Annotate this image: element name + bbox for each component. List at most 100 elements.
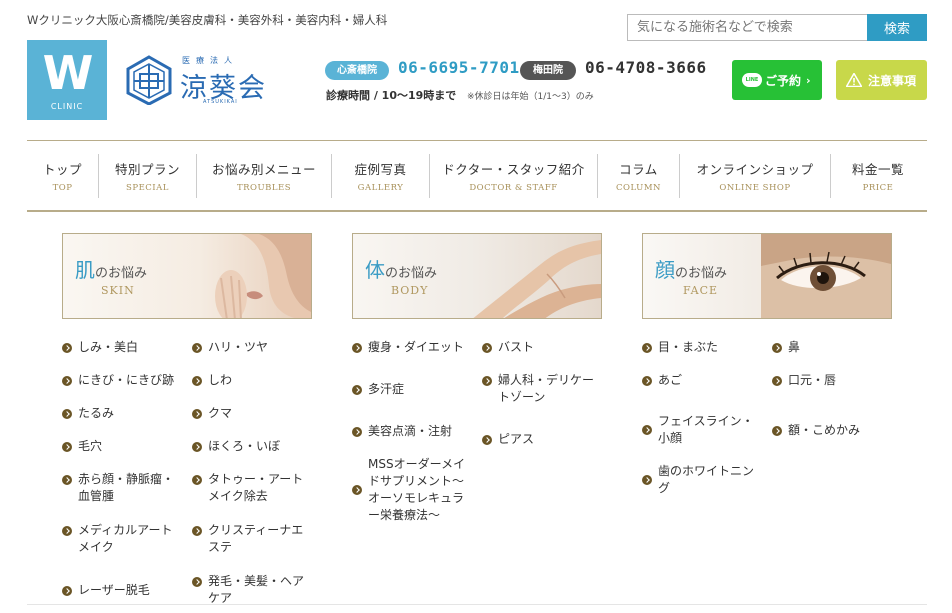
- nav-label: ドクター・スタッフ紹介: [442, 161, 585, 177]
- banner-face[interactable]: 顔のお悩み FACE: [642, 233, 892, 319]
- nav-item-price[interactable]: 料金一覧 PRICE: [831, 154, 925, 198]
- menu-item[interactable]: 痩身・ダイエット: [352, 339, 480, 356]
- site-search: 検索: [627, 14, 927, 41]
- arrow-bullet-icon: [62, 586, 72, 596]
- menu-item[interactable]: 赤ら顔・静脈瘤・血管腫: [62, 471, 174, 505]
- menu-item[interactable]: 口元・唇: [772, 372, 887, 389]
- body-model-photo: [473, 240, 601, 318]
- arrow-bullet-icon: [192, 475, 202, 485]
- reserve-label: ご予約: [765, 73, 802, 88]
- menu-item[interactable]: タトゥー・アートメイク除去: [192, 471, 304, 505]
- arrow-bullet-icon: [352, 343, 362, 353]
- menu-item[interactable]: クリスティーナエステ: [192, 522, 307, 556]
- menu-item[interactable]: ハリ・ツヤ: [192, 339, 312, 356]
- nav-item-column[interactable]: コラム COLUMN: [598, 153, 680, 198]
- menu-item[interactable]: レーザー脱毛: [62, 582, 182, 599]
- menu-item[interactable]: 額・こめかみ: [772, 422, 887, 439]
- menu-item[interactable]: あご: [642, 372, 762, 389]
- menu-item[interactable]: 毛穴: [62, 438, 182, 455]
- arrow-bullet-icon: [62, 343, 72, 353]
- arrow-bullet-icon: [192, 442, 202, 452]
- nav-item-doctor-staff[interactable]: ドクター・スタッフ紹介 DOCTOR & STAFF: [430, 153, 598, 198]
- menu-item[interactable]: しみ・美白: [62, 339, 182, 356]
- menu-item[interactable]: フェイスライン・小顔: [642, 413, 757, 447]
- arrow-bullet-icon: [62, 409, 72, 419]
- nav-label: 特別プラン: [114, 161, 180, 177]
- menu-item[interactable]: 鼻: [772, 339, 887, 356]
- corp-logo-sub: 医療法人: [182, 56, 238, 65]
- nav-sublabel: TOP: [52, 182, 73, 193]
- banner-skin-en: SKIN: [101, 284, 135, 297]
- menu-item[interactable]: 発毛・美髪・ヘアケア: [192, 573, 307, 607]
- menu-item[interactable]: 目・まぶた: [642, 339, 762, 356]
- banner-body-title: 体のお悩み: [365, 258, 438, 282]
- arrow-bullet-icon: [642, 425, 652, 435]
- banner-body-en: BODY: [391, 284, 429, 297]
- arrow-bullet-icon: [62, 526, 72, 536]
- nav-item-gallery[interactable]: 症例写真 GALLERY: [332, 153, 430, 198]
- banner-body[interactable]: 体のお悩み BODY: [352, 233, 602, 319]
- banner-face-title: 顔のお悩み: [655, 258, 728, 282]
- menu-item[interactable]: 歯のホワイトニング: [642, 463, 757, 497]
- nav-sublabel: SPECIAL: [126, 182, 169, 193]
- arrow-bullet-icon: [62, 376, 72, 386]
- atsukikai-logo[interactable]: 医療法人 涼葵会 ATSUKIKAI: [125, 55, 270, 110]
- arrow-bullet-icon: [772, 376, 782, 386]
- nav-sublabel: TROUBLES: [236, 182, 292, 193]
- banner-skin[interactable]: 肌のお悩み SKIN: [62, 233, 312, 319]
- menu-item[interactable]: MSSオーダーメイドサプリメント〜オーソモレキュラー栄養療法〜: [352, 456, 470, 524]
- nav-sublabel: GALLERY: [357, 182, 404, 193]
- phone-number-umeda[interactable]: 06-4708-3666: [585, 58, 707, 77]
- corp-logo-roman: ATSUKIKAI: [203, 99, 238, 105]
- menu-item[interactable]: にきび・にきび跡: [62, 372, 187, 389]
- face-model-photo: [761, 234, 891, 318]
- menu-item[interactable]: ピアス: [482, 431, 597, 448]
- menu-item[interactable]: クマ: [192, 405, 312, 422]
- logo-caption: CLINIC: [50, 102, 84, 111]
- line-reserve-button[interactable]: LINE ご予約 ›: [732, 60, 822, 100]
- arrow-bullet-icon: [352, 485, 362, 495]
- phone-number-shinsaibashi[interactable]: 06-6695-7701: [398, 58, 520, 77]
- menu-item[interactable]: たるみ: [62, 405, 182, 422]
- menu-item[interactable]: しわ: [192, 372, 312, 389]
- menu-item[interactable]: 婦人科・デリケートゾーン: [482, 372, 594, 406]
- skin-model-photo: [215, 234, 311, 318]
- warning-icon: [846, 73, 862, 87]
- nav-item-online-shop[interactable]: オンラインショップ ONLINE SHOP: [680, 153, 831, 198]
- line-icon: LINE: [742, 73, 762, 87]
- caution-button[interactable]: 注意事項: [836, 60, 927, 100]
- banner-skin-title: 肌のお悩み: [75, 258, 148, 282]
- nav-sublabel: COLUMN: [616, 182, 661, 193]
- arrow-bullet-icon: [192, 409, 202, 419]
- nav-label: オンラインショップ: [696, 161, 814, 177]
- nav-item-special[interactable]: 特別プラン SPECIAL: [99, 153, 197, 198]
- arrow-bullet-icon: [192, 526, 202, 536]
- search-button[interactable]: 検索: [867, 14, 927, 41]
- arrow-bullet-icon: [772, 426, 782, 436]
- branch-badge-umeda: 梅田院: [520, 61, 576, 80]
- holiday-note: ※休診日は年始（1/1〜3）のみ: [467, 92, 594, 102]
- global-nav: トップ TOP 特別プラン SPECIAL お悩み別メニュー TROUBLES …: [27, 140, 927, 212]
- banner-face-en: FACE: [683, 284, 719, 297]
- chevron-right-icon: ›: [806, 73, 811, 87]
- menu-item[interactable]: ほくろ・いぼ: [192, 438, 312, 455]
- clinic-hours: 診療時間 / 10〜19時まで: [326, 89, 457, 102]
- nav-label: トップ: [42, 161, 82, 177]
- nav-label: 症例写真: [354, 161, 407, 177]
- atsukikai-emblem-icon: [126, 55, 172, 105]
- w-clinic-logo[interactable]: W CLINIC: [27, 40, 107, 120]
- content-divider: [27, 604, 927, 605]
- nav-item-top[interactable]: トップ TOP: [27, 153, 99, 198]
- menu-item[interactable]: 多汗症: [352, 381, 472, 398]
- arrow-bullet-icon: [62, 442, 72, 452]
- caution-label: 注意事項: [868, 73, 917, 88]
- arrow-bullet-icon: [642, 475, 652, 485]
- nav-sublabel: DOCTOR & STAFF: [469, 182, 558, 193]
- nav-label: お悩み別メニュー: [211, 161, 316, 177]
- menu-item[interactable]: 美容点滴・注射: [352, 423, 480, 440]
- search-input[interactable]: [627, 14, 867, 41]
- nav-item-troubles[interactable]: お悩み別メニュー TROUBLES: [197, 153, 332, 198]
- menu-item[interactable]: バスト: [482, 339, 597, 356]
- arrow-bullet-icon: [482, 376, 492, 386]
- menu-item[interactable]: メディカルアートメイク: [62, 522, 180, 556]
